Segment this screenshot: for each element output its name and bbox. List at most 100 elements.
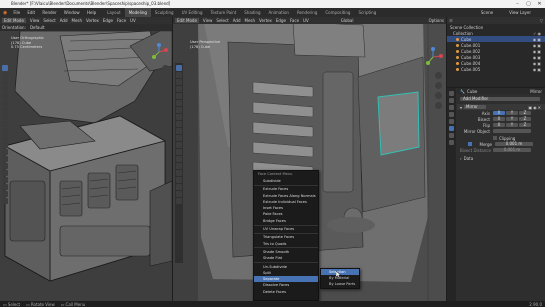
scale-tool-icon[interactable]	[2, 93, 8, 99]
tab-sculpting[interactable]: Sculpting	[151, 8, 178, 17]
select-tool-icon[interactable]	[2, 65, 8, 71]
pan-icon[interactable]	[162, 75, 169, 82]
knife-tool-icon[interactable]	[2, 149, 8, 155]
bisect-y-toggle[interactable]: Y	[506, 117, 518, 121]
max-icon[interactable]: ▢	[523, 0, 534, 8]
smooth-tool-icon[interactable]	[2, 170, 8, 176]
bisect-distance-field[interactable]: 0.001 m	[493, 148, 531, 152]
mode-selector[interactable]: Edit Mode	[2, 18, 26, 23]
flip-y-toggle[interactable]: Y	[506, 123, 518, 127]
move-tool-icon[interactable]	[2, 79, 8, 85]
transform-orientation[interactable]: Global	[341, 18, 354, 23]
menu-view[interactable]: View	[30, 18, 40, 23]
annotate-tool-icon[interactable]	[2, 107, 8, 113]
menu-file[interactable]: File	[13, 10, 20, 15]
mode-selector[interactable]: Edit Mode	[175, 18, 199, 23]
select-tool-icon[interactable]	[176, 65, 182, 71]
submenu-item-by-loose-parts[interactable]: By Loose Parts	[321, 281, 359, 287]
object-tab-icon[interactable]	[449, 119, 454, 124]
menu-mesh[interactable]: Mesh	[72, 18, 83, 23]
annotate-tool-icon[interactable]	[176, 107, 182, 113]
flip-z-toggle[interactable]: Z	[519, 123, 531, 127]
spin-tool-icon[interactable]	[176, 163, 182, 169]
left-navigation-gizmo[interactable]	[150, 43, 168, 61]
menu-face[interactable]: Face	[290, 18, 299, 23]
poly-build-tool-icon[interactable]	[2, 156, 8, 162]
menu-vertex[interactable]: Vertex	[86, 18, 99, 23]
camera-icon[interactable]	[435, 92, 442, 99]
merge-distance-field[interactable]: 0.001 m	[495, 142, 533, 146]
transform-tool-icon[interactable]	[2, 100, 8, 106]
visibility-icons[interactable]: ◉▣	[533, 61, 545, 66]
zoom-icon[interactable]	[435, 72, 442, 79]
modifier-tab-icon[interactable]	[449, 126, 454, 131]
menu-add[interactable]: Add	[233, 18, 241, 23]
menu-edge[interactable]: Edge	[103, 18, 113, 23]
menu-item-subdivide[interactable]: Subdivide	[254, 178, 318, 184]
menu-add[interactable]: Add	[60, 18, 68, 23]
loop-cut-tool-icon[interactable]	[2, 142, 8, 148]
shear-tool-icon[interactable]	[176, 191, 182, 197]
flip-x-toggle[interactable]: X	[493, 123, 505, 127]
menu-edit[interactable]: Edit	[27, 10, 35, 15]
menu-item-bridge-faces[interactable]: Bridge Faces	[254, 218, 318, 224]
rip-tool-icon[interactable]	[2, 198, 8, 204]
outliner-editor-icon[interactable]: ☰	[449, 18, 453, 23]
axis-z-toggle[interactable]: Z	[519, 111, 531, 115]
measure-tool-icon[interactable]	[2, 114, 8, 120]
extrude-tool-icon[interactable]	[176, 121, 182, 127]
visibility-icons[interactable]: ◉▣	[533, 43, 545, 48]
poly-build-tool-icon[interactable]	[176, 156, 182, 162]
loop-cut-tool-icon[interactable]	[176, 142, 182, 148]
object-name-field[interactable]: Cube	[467, 89, 477, 94]
menu-item-shade-flat[interactable]: Shade Flat	[254, 255, 318, 261]
smooth-tool-icon[interactable]	[176, 170, 182, 176]
outliner-row-cube-005[interactable]: Cube.005 ◉▣	[447, 66, 545, 72]
zoom-icon[interactable]	[162, 65, 169, 72]
measure-tool-icon[interactable]	[176, 114, 182, 120]
shrink-tool-icon[interactable]	[2, 184, 8, 190]
menu-item-extrude-faces-along-normals[interactable]: Extrude Faces Along Normals	[254, 193, 318, 199]
menu-select[interactable]: Select	[216, 18, 228, 23]
menu-vertex[interactable]: Vertex	[259, 18, 272, 23]
extrude-tool-icon[interactable]	[2, 121, 8, 127]
options-menu[interactable]: Options	[429, 18, 444, 23]
min-icon[interactable]: –	[512, 0, 523, 8]
menu-face[interactable]: Face	[117, 18, 126, 23]
view-layer-selector[interactable]: View Layer	[509, 10, 531, 15]
merge-checkbox[interactable]	[468, 142, 472, 146]
ortho-toggle-icon[interactable]	[162, 95, 169, 102]
scene-tab-icon[interactable]	[449, 112, 454, 117]
tab-modeling[interactable]: Modeling	[124, 8, 151, 17]
visibility-icons[interactable]: ◉▣	[533, 49, 545, 54]
close-icon[interactable]: ✕	[534, 0, 545, 8]
rotate-tool-icon[interactable]	[176, 86, 182, 92]
menu-edge[interactable]: Edge	[276, 18, 286, 23]
clipping-checkbox[interactable]	[493, 136, 497, 140]
data-panel-header[interactable]: › Data	[457, 155, 545, 161]
menu-window[interactable]: Window	[64, 10, 80, 15]
modifier-name-field[interactable]: Mirror	[464, 105, 487, 109]
right-navigation-gizmo[interactable]	[423, 47, 443, 67]
inset-tool-icon[interactable]	[176, 128, 182, 134]
scene-selector[interactable]: Scene	[481, 10, 493, 15]
menu-item-tris-to-quads[interactable]: Tris to Quads	[254, 241, 318, 247]
camera-icon[interactable]	[162, 85, 169, 92]
bevel-tool-icon[interactable]	[176, 135, 182, 141]
filter-icon[interactable]: ▽	[540, 18, 543, 23]
blender-logo-icon[interactable]: ◉	[3, 10, 7, 16]
expand-chevron-icon[interactable]: ▾	[460, 105, 462, 110]
render-tab-icon[interactable]	[449, 98, 454, 103]
ortho-toggle-icon[interactable]	[435, 102, 442, 109]
mirror-object-field[interactable]	[493, 129, 531, 133]
menu-select[interactable]: Select	[43, 18, 55, 23]
rotate-tool-icon[interactable]	[2, 86, 8, 92]
edge-slide-tool-icon[interactable]	[2, 177, 8, 183]
tab-texture-paint[interactable]: Texture Paint	[206, 8, 240, 17]
transform-tool-icon[interactable]	[176, 100, 182, 106]
menu-uv[interactable]: UV	[130, 18, 136, 23]
menu-help[interactable]: Help	[87, 10, 96, 15]
edge-slide-tool-icon[interactable]	[176, 177, 182, 183]
inset-tool-icon[interactable]	[2, 128, 8, 134]
modifier-header-icons[interactable]: ▣◉✕	[528, 105, 542, 110]
